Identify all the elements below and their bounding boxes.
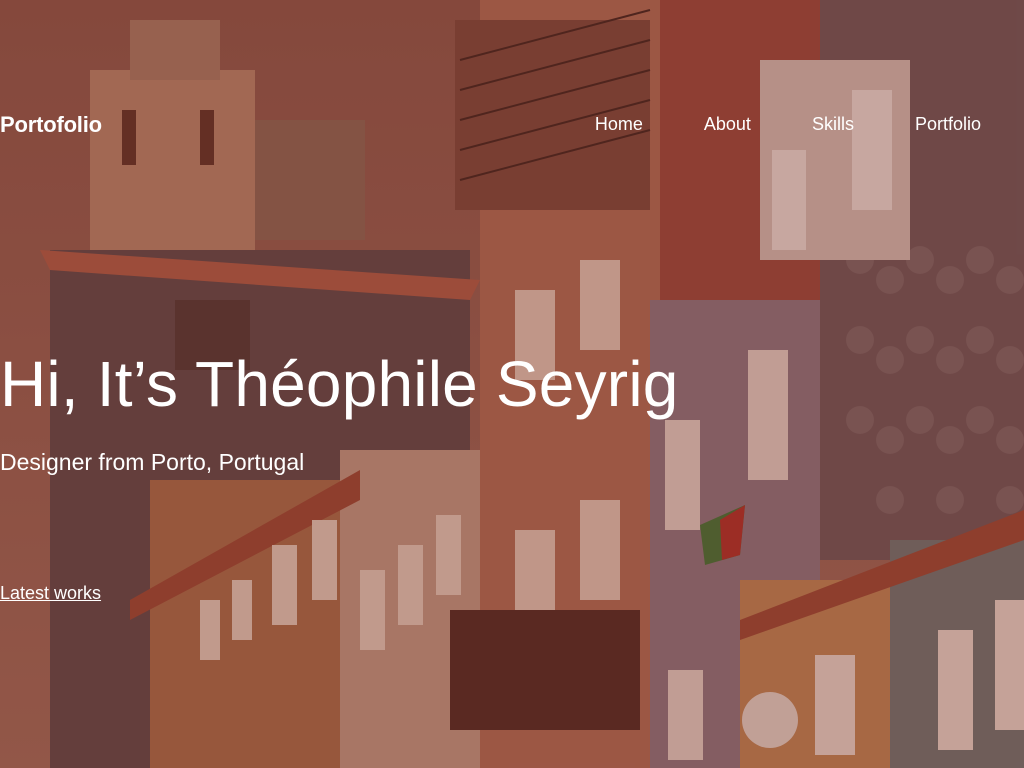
latest-works-link[interactable]: Latest works [0, 583, 101, 604]
hero-section: Portofolio Home About Skills Portfolio H… [0, 0, 1024, 768]
site-logo[interactable]: Portofolio [0, 112, 102, 138]
nav-item-portfolio[interactable]: Portfolio [915, 114, 981, 135]
nav-item-skills[interactable]: Skills [812, 114, 854, 135]
hero-subheadline: Designer from Porto, Portugal [0, 449, 305, 475]
nav-item-home[interactable]: Home [595, 114, 643, 135]
main-navigation: Home About Skills Portfolio [595, 114, 981, 135]
nav-item-about[interactable]: About [704, 114, 751, 135]
hero-headline: Hi, It’s Théophile Seyrig [0, 348, 679, 420]
